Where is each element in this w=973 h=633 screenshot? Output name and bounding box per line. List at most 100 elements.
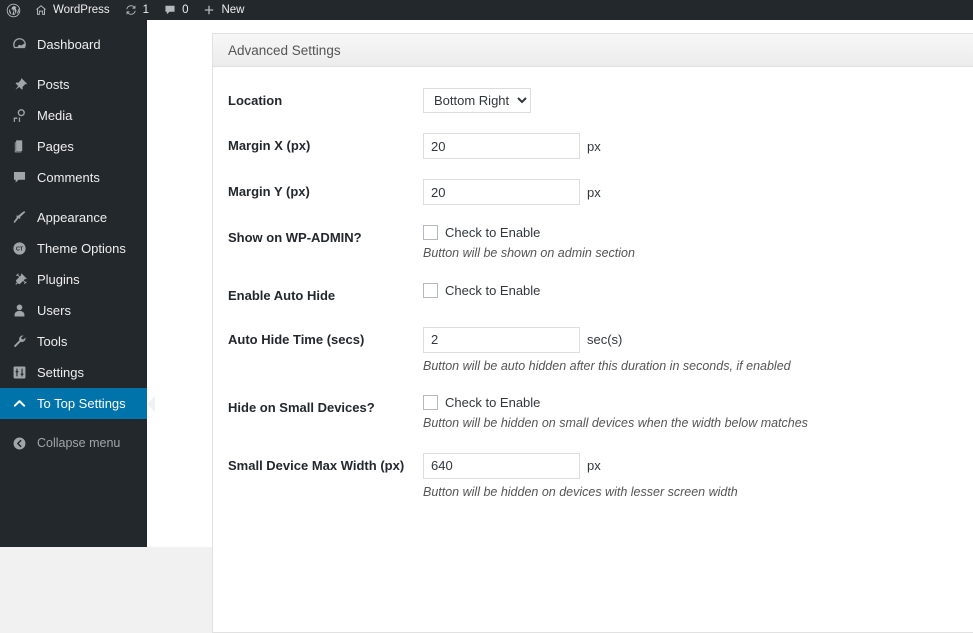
sidebar-item-label: Pages [37,139,74,154]
field-control: px Button will be hidden on devices with… [423,451,973,502]
new-content-button[interactable]: New [195,0,251,20]
field-label: Auto Hide Time (secs) [228,331,365,347]
hide-on-small-devices-checkbox[interactable] [423,395,438,410]
field-label: Location [228,93,283,108]
dashboard-icon [10,36,28,54]
sidebar-item-pages[interactable]: Pages [0,131,147,162]
field-description: Button will be auto hidden after this du… [423,358,791,373]
plus-icon [202,3,216,17]
page-wrap: Advanced Settings Location Bottom Right … [147,20,973,633]
sidebar-spacer-top [0,20,147,29]
new-content-label: New [221,4,245,16]
sidebar-item-theme-options[interactable]: CT Theme Options [0,233,147,264]
collapse-arrow-icon [10,435,28,453]
sidebar-item-appearance[interactable]: Appearance [0,202,147,233]
sidebar-item-label: Appearance [37,210,108,225]
field-control: Check to Enable Button will be shown on … [423,223,973,263]
settings-row-margin-x: Margin X (px) px [213,122,973,168]
location-select[interactable]: Bottom Right Bottom Left Top Right Top L… [423,88,531,113]
admin-bar: WordPress 1 0 New [0,0,973,20]
comments-count: 0 [182,4,189,16]
wordpress-logo-button[interactable] [0,0,27,20]
settings-row-margin-y: Margin Y (px) px [213,168,973,214]
sidebar-item-label: Comments [37,170,100,185]
sidebar-item-posts[interactable]: Posts [0,69,147,100]
field-label: Small Device Max Width (px) [228,457,405,473]
show-on-wp-admin-checkbox[interactable] [423,225,438,240]
posts-pin-icon [10,76,28,94]
field-control: sec(s) Button will be auto hidden after … [423,325,973,376]
chevron-up-icon [10,395,28,413]
field-control: Bottom Right Bottom Left Top Right Top L… [423,86,973,113]
field-control: px [423,131,973,159]
field-label: Show on WP-ADMIN? [228,230,362,245]
site-name-label: WordPress [53,4,110,16]
settings-sliders-icon [10,364,28,382]
settings-row-show-on-wp-admin: Show on WP-ADMIN? Check to Enable Button… [213,214,973,272]
field-control: px [423,177,973,205]
margin-y-input[interactable] [423,179,580,205]
comment-bubble-icon [163,3,177,17]
sidebar-item-comments[interactable]: Comments [0,162,147,193]
updates-count: 1 [142,4,150,16]
sidebar-item-dashboard[interactable]: Dashboard [0,29,147,60]
field-label: Margin Y (px) [228,184,310,199]
sidebar-item-label: Media [37,108,73,123]
checkbox-label: Check to Enable [445,225,541,240]
theme-options-icon: CT [10,240,28,258]
tools-wrench-icon [10,333,28,351]
admin-sidebar: Dashboard Posts Media Pages Comments App… [0,20,155,547]
field-label: Hide on Small Devices? [228,400,375,415]
field-unit: px [587,138,601,154]
field-unit: sec(s) [587,332,623,347]
field-control: Check to Enable Button will be hidden on… [423,393,973,433]
field-label: Margin X (px) [228,138,311,153]
field-unit: px [587,458,601,473]
settings-row-enable-auto-hide: Enable Auto Hide Check to Enable [213,272,973,316]
field-description: Button will be hidden on devices with le… [423,484,738,499]
panel-title: Advanced Settings [228,42,341,58]
users-icon [10,302,28,320]
checkbox-label: Check to Enable [445,395,541,410]
collapse-menu-label: Collapse menu [37,436,121,451]
checkbox-label: Check to Enable [445,282,541,298]
plugins-icon [10,271,28,289]
settings-row-small-device-max-width: Small Device Max Width (px) px Button wi… [213,442,973,511]
sidebar-item-label: Posts [37,77,70,92]
home-icon [34,3,48,17]
sidebar-item-label: Dashboard [37,37,101,52]
panel-body: Location Bottom Right Bottom Left Top Ri… [213,67,973,530]
sidebar-item-to-top-settings[interactable]: To Top Settings [0,388,155,419]
field-label: Enable Auto Hide [228,287,336,303]
svg-text:CT: CT [15,247,23,253]
advanced-settings-panel: Advanced Settings Location Bottom Right … [212,33,973,633]
collapse-menu-button[interactable]: Collapse menu [0,428,147,459]
comments-icon [10,169,28,187]
sidebar-item-media[interactable]: Media [0,100,147,131]
sidebar-item-label: Theme Options [37,241,126,256]
media-icon [10,107,28,125]
margin-x-input[interactable] [423,133,580,159]
updates-button[interactable]: 1 [117,0,156,20]
auto-hide-time-input[interactable] [423,326,580,353]
sidebar-item-settings[interactable]: Settings [0,357,147,388]
sidebar-item-label: Users [37,303,71,318]
field-unit: px [587,184,601,200]
site-name-button[interactable]: WordPress [27,0,117,20]
small-device-max-width-input[interactable] [423,452,580,479]
sidebar-item-users[interactable]: Users [0,295,147,326]
field-description: Button will be shown on admin section [423,246,635,260]
sidebar-item-plugins[interactable]: Plugins [0,264,147,295]
comments-button[interactable]: 0 [156,0,195,20]
sidebar-item-tools[interactable]: Tools [0,326,147,357]
settings-row-location: Location Bottom Right Bottom Left Top Ri… [213,77,973,122]
sidebar-item-label: Settings [37,365,84,380]
appearance-brush-icon [10,209,28,227]
enable-auto-hide-checkbox[interactable] [423,282,438,298]
wordpress-logo-icon [6,3,21,18]
sidebar-item-label: To Top Settings [37,396,126,411]
field-control: Check to Enable [423,281,973,298]
